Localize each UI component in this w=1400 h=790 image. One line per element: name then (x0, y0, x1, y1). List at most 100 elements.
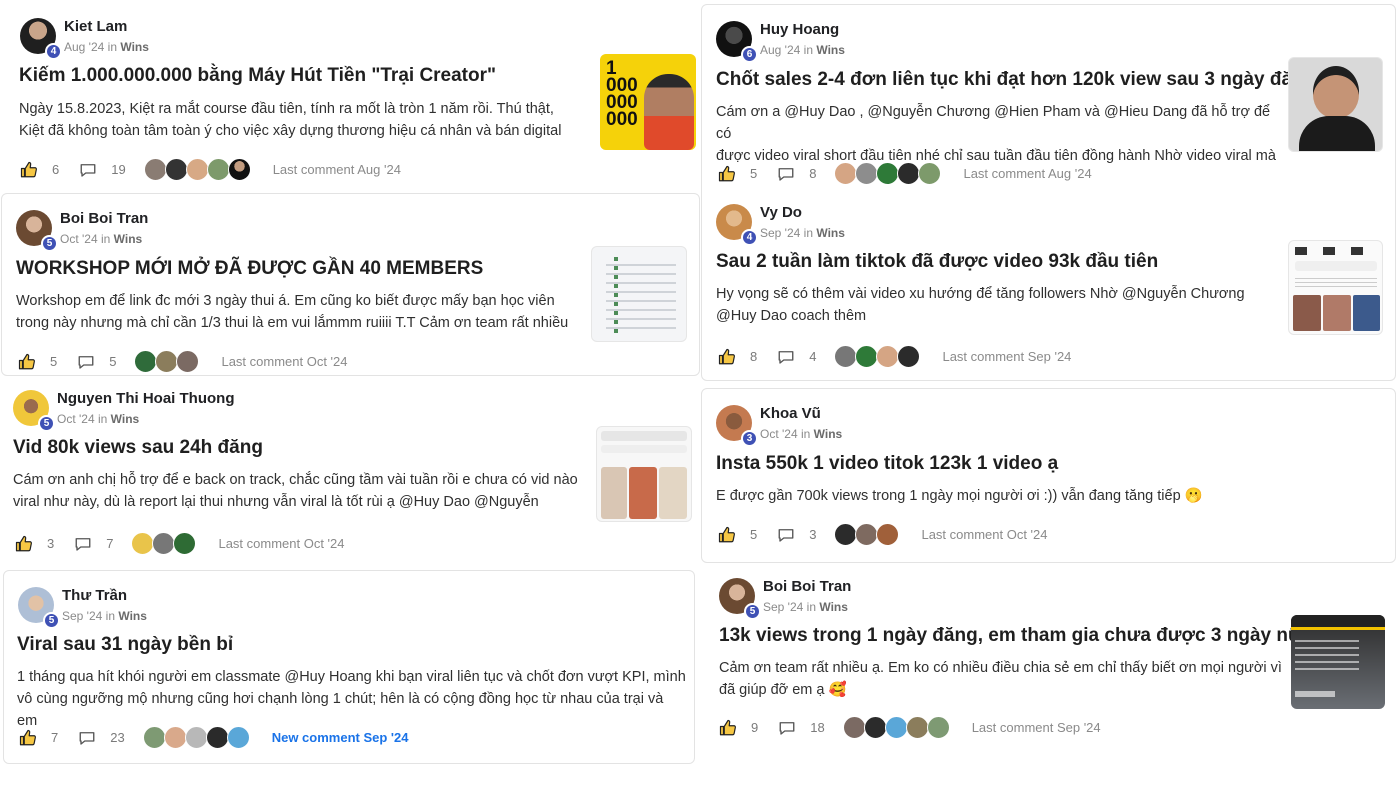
commenter-avatar (918, 162, 942, 185)
post-thumbnail[interactable]: 1 000 000 000 (600, 54, 696, 150)
comment-count: 4 (809, 349, 817, 364)
post-title[interactable]: Chốt sales 2-4 đơn liên tục khi đạt hơn … (716, 68, 1315, 92)
commenter-avatar (855, 523, 879, 546)
category-link[interactable]: Wins (819, 600, 848, 614)
category-link[interactable]: Wins (118, 609, 147, 623)
post-card[interactable]: 3 Khoa Vũ Oct '24 in Wins Insta 550k 1 v… (701, 388, 1396, 563)
category-link[interactable]: Wins (816, 226, 845, 240)
author-name[interactable]: Boi Boi Tran (763, 578, 851, 596)
commenter-avatars (834, 162, 942, 185)
like-button[interactable]: 5 (718, 165, 757, 183)
avatar[interactable]: 6 (716, 21, 758, 63)
thumbs-up-icon (718, 526, 735, 542)
post-author[interactable]: 5 Boi Boi Tran Oct '24 in Wins (16, 210, 148, 252)
comment-button[interactable]: 7 (74, 535, 113, 553)
post-author[interactable]: 4 Kiet Lam Aug '24 in Wins (20, 18, 149, 60)
post-card[interactable]: 4 Kiet Lam Aug '24 in Wins Kiếm 1.000.00… (2, 2, 699, 192)
category-link[interactable]: Wins (111, 412, 140, 426)
like-button[interactable]: 7 (19, 729, 58, 747)
thumbs-up-icon (719, 719, 736, 735)
level-badge: 5 (744, 603, 761, 620)
avatar[interactable]: 5 (18, 587, 60, 629)
post-thumbnail[interactable] (1288, 57, 1383, 152)
post-title[interactable]: WORKSHOP MỚI MỞ ĐÃ ĐƯỢC GẦN 40 MEMBERS (16, 257, 483, 281)
category-link[interactable]: Wins (120, 40, 149, 54)
author-name[interactable]: Vy Do (760, 204, 845, 222)
post-title[interactable]: Viral sau 31 ngày bền bỉ (17, 633, 233, 657)
avatar[interactable]: 3 (716, 405, 758, 447)
post-author[interactable]: 5 Nguyen Thi Hoai Thuong Oct '24 in Wins (13, 390, 234, 432)
post-thumbnail[interactable] (591, 246, 687, 342)
post-card[interactable]: 6 Huy Hoang Aug '24 in Wins Chốt sales 2… (701, 4, 1396, 199)
post-thumbnail[interactable] (1291, 615, 1385, 709)
post-title[interactable]: Kiếm 1.000.000.000 bằng Máy Hút Tiền "Tr… (19, 64, 496, 88)
commenter-avatar (863, 716, 887, 739)
post-author[interactable]: 3 Khoa Vũ Oct '24 in Wins (716, 405, 843, 447)
like-button[interactable]: 6 (20, 161, 59, 179)
like-count: 9 (751, 720, 759, 735)
post-title[interactable]: 13k views trong 1 ngày đăng, em tham gia… (719, 624, 1341, 648)
like-count: 7 (51, 730, 59, 745)
commenter-avatar (206, 158, 230, 181)
like-count: 5 (750, 527, 758, 542)
avatar[interactable]: 5 (719, 578, 761, 620)
post-author[interactable]: 4 Vy Do Sep '24 in Wins (716, 204, 845, 246)
post-meta: Aug '24 in Wins (64, 40, 149, 54)
post-excerpt: Ngày 15.8.2023, Kiệt ra mắt course đầu t… (19, 101, 562, 139)
avatar[interactable]: 4 (716, 204, 758, 246)
post-author[interactable]: 5 Thư Trần Sep '24 in Wins (18, 587, 147, 629)
like-button[interactable]: 3 (15, 535, 54, 553)
post-thumbnail[interactable] (596, 426, 692, 522)
like-button[interactable]: 5 (718, 526, 757, 544)
avatar[interactable]: 5 (13, 390, 55, 432)
level-badge: 3 (741, 430, 758, 447)
new-comment[interactable]: New comment Sep '24 (272, 730, 409, 745)
thumbs-up-icon (15, 535, 32, 551)
post-card[interactable]: 5 Thư Trần Sep '24 in Wins Viral sau 31 … (3, 570, 695, 764)
like-count: 5 (50, 354, 58, 369)
like-button[interactable]: 8 (718, 348, 757, 366)
level-badge: 5 (41, 235, 58, 252)
comment-button[interactable]: 23 (78, 729, 125, 747)
avatar[interactable]: 4 (20, 18, 62, 60)
author-name[interactable]: Huy Hoang (760, 21, 845, 39)
post-title[interactable]: Insta 550k 1 video titok 123k 1 video ạ (716, 452, 1058, 476)
author-name[interactable]: Boi Boi Tran (60, 210, 148, 228)
post-author[interactable]: 5 Boi Boi Tran Sep '24 in Wins (719, 578, 851, 620)
post-card[interactable]: 5 Nguyen Thi Hoai Thuong Oct '24 in Wins… (1, 378, 700, 564)
post-card[interactable]: 5 Boi Boi Tran Sep '24 in Wins 13k views… (703, 570, 1395, 764)
author-name[interactable]: Kiet Lam (64, 18, 149, 36)
author-name[interactable]: Thư Trần (62, 587, 147, 605)
comment-count: 8 (809, 166, 817, 181)
category-link[interactable]: Wins (814, 427, 843, 441)
last-comment: Last comment Sep '24 (971, 720, 1101, 735)
level-badge: 6 (741, 46, 758, 63)
commenter-avatar (163, 726, 187, 749)
comment-button[interactable]: 8 (777, 165, 816, 183)
post-author[interactable]: 6 Huy Hoang Aug '24 in Wins (716, 21, 845, 63)
post-thumbnail[interactable] (1288, 240, 1383, 335)
commenter-avatar (173, 532, 197, 555)
author-name[interactable]: Khoa Vũ (760, 405, 842, 423)
category-link[interactable]: Wins (114, 232, 143, 246)
comment-button[interactable]: 19 (79, 161, 126, 179)
author-name[interactable]: Nguyen Thi Hoai Thuong (57, 390, 234, 408)
avatar[interactable]: 5 (16, 210, 58, 252)
commenter-avatar (884, 716, 908, 739)
post-card[interactable]: 5 Boi Boi Tran Oct '24 in Wins WORKSHOP … (1, 193, 700, 376)
comment-button[interactable]: 18 (778, 719, 825, 737)
post-title[interactable]: Sau 2 tuần làm tiktok đã được video 93k … (716, 250, 1158, 274)
post-excerpt: Cảm ơn team rất nhiều ạ. Em ko có nhiều … (719, 660, 1282, 698)
comment-button[interactable]: 3 (777, 526, 816, 544)
post-title[interactable]: Vid 80k views sau 24h đăng (13, 436, 263, 460)
comment-icon (80, 163, 96, 177)
post-excerpt: Cám ơn a @Huy Dao , @Nguyễn Chương @Hien… (716, 104, 1276, 164)
like-button[interactable]: 5 (18, 353, 57, 371)
comment-button[interactable]: 5 (77, 353, 116, 371)
like-button[interactable]: 9 (719, 719, 758, 737)
category-link[interactable]: Wins (816, 43, 845, 57)
last-comment: Last comment Oct '24 (921, 527, 1048, 542)
comment-button[interactable]: 4 (777, 348, 816, 366)
post-footer: 9 18 Last comment Sep '24 (719, 716, 1101, 739)
post-card[interactable]: 4 Vy Do Sep '24 in Wins Sau 2 tuần làm t… (701, 190, 1396, 381)
